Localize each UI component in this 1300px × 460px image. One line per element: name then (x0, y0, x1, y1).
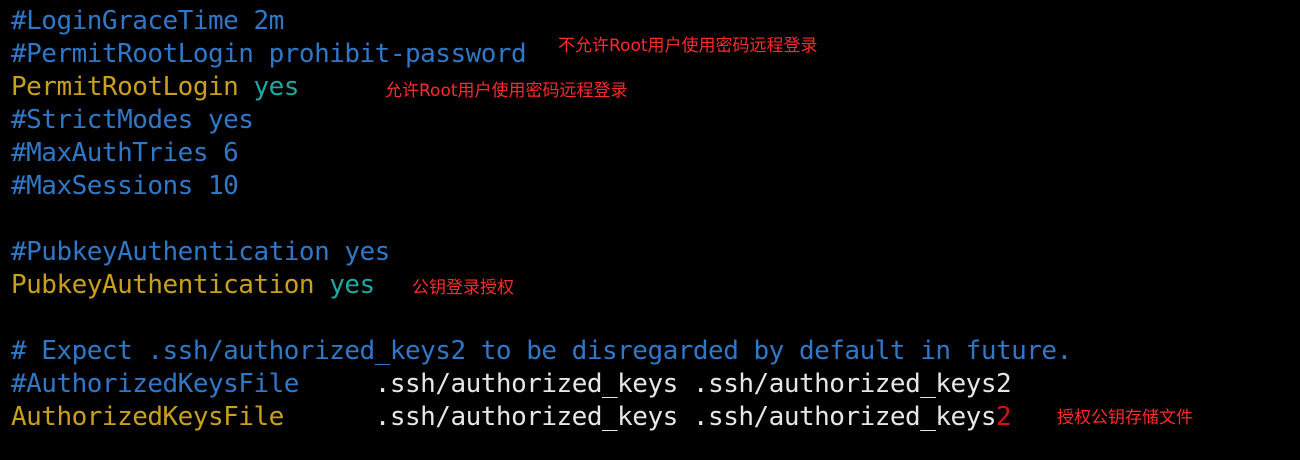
config-line-max-sessions: #MaxSessions 10 (11, 171, 239, 201)
directive-authorized-keys: AuthorizedKeysFile (11, 402, 284, 432)
config-line-max-auth-tries: #MaxAuthTries 6 (11, 138, 239, 168)
annotation-authorized-keys-storage: 授权公钥存储文件 (1057, 408, 1193, 428)
config-line-authorized-keys-comment: #AuthorizedKeysFile .ssh/authorized_keys… (11, 368, 1012, 401)
annotation-disallow-root-password: 不允许Root用户使用密码远程登录 (558, 36, 818, 56)
value-permit-root-login: yes (253, 72, 299, 102)
annotation-pubkey-login-auth: 公钥登录授权 (412, 278, 514, 298)
config-line-login-grace-time: #LoginGraceTime 2m (11, 6, 284, 36)
directive-permit-root-login: PermitRootLogin (11, 72, 239, 102)
directive-authorized-keys-comment: #AuthorizedKeysFile (11, 369, 299, 399)
value-pubkey-auth: yes (329, 270, 375, 300)
annotation-allow-root-password: 允许Root用户使用密码远程登录 (385, 81, 628, 101)
config-line-strict-modes: #StrictModes yes (11, 105, 254, 135)
config-line-permit-root-login: PermitRootLogin yes (11, 71, 299, 104)
value-authorized-keys: .ssh/authorized_keys .ssh/authorized_key… (374, 402, 997, 432)
config-line-permit-root-login-comment: #PermitRootLogin prohibit-password (11, 39, 527, 69)
value-authorized-keys-comment: .ssh/authorized_keys .ssh/authorized_key… (374, 369, 1012, 399)
directive-pubkey-auth: PubkeyAuthentication (11, 270, 315, 300)
config-line-pubkey-auth: PubkeyAuthentication yes (11, 269, 375, 302)
config-line-pubkey-auth-comment: #PubkeyAuthentication yes (11, 237, 390, 267)
config-line-expect-comment: # Expect .ssh/authorized_keys2 to be dis… (11, 336, 1072, 366)
value-authorized-keys-suffix: 2 (995, 402, 1012, 432)
terminal-window[interactable]: #LoginGraceTime 2m #PermitRootLogin proh… (0, 0, 1300, 460)
config-line-authorized-keys: AuthorizedKeysFile .ssh/authorized_keys … (11, 401, 1012, 434)
